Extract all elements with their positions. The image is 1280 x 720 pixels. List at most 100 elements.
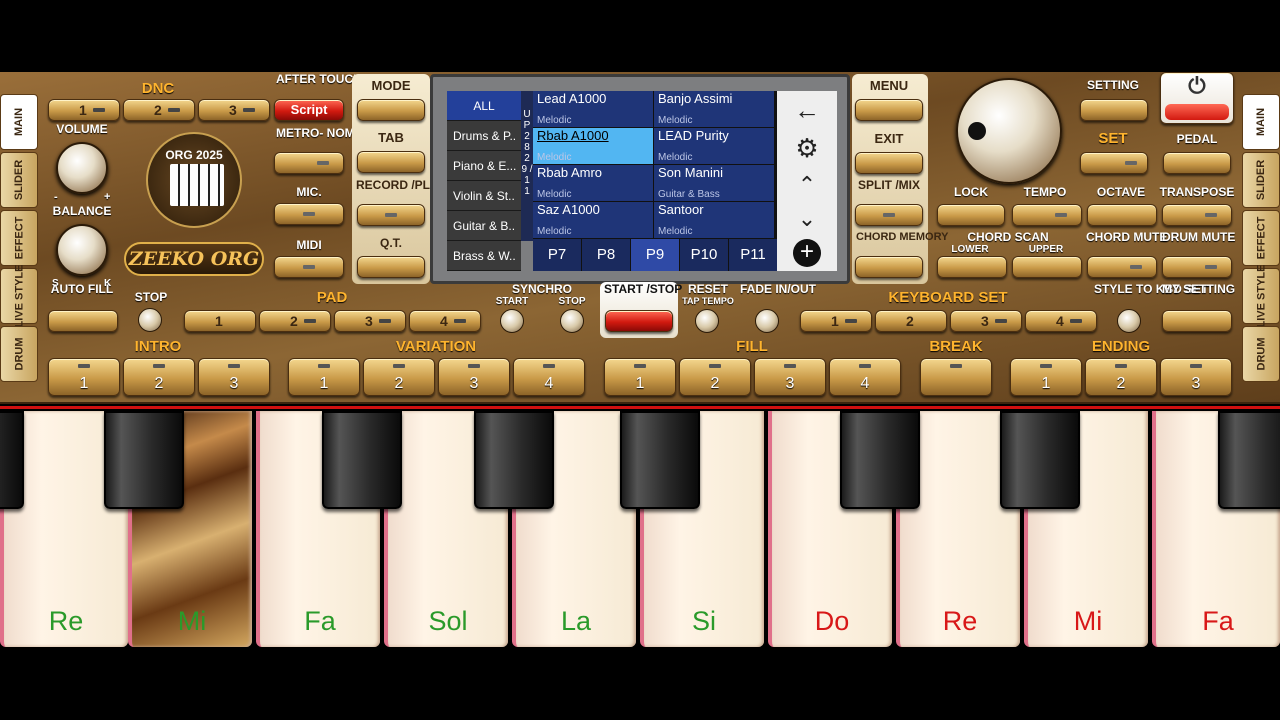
voice-item[interactable]: Banjo Assimi Melodic [654, 91, 774, 127]
my-setting-button[interactable] [1162, 310, 1232, 332]
fill-button-2[interactable]: 2 [679, 358, 751, 396]
tab-effect-right[interactable]: EFFECT [1242, 210, 1280, 266]
black-key[interactable] [1000, 411, 1080, 509]
voice-item[interactable]: Saz A1000 Melodic [533, 202, 653, 238]
tab-main-right[interactable]: MAIN [1242, 94, 1280, 150]
tab-live-style-right[interactable]: LIVE STYLE [1242, 265, 1280, 327]
black-key[interactable] [840, 411, 920, 509]
menu-button[interactable] [855, 99, 923, 121]
black-key[interactable] [474, 411, 554, 509]
fill-button-1[interactable]: 1 [604, 358, 676, 396]
drum-mute-button[interactable] [1162, 256, 1232, 278]
dnc-button-3[interactable]: 3 [198, 99, 270, 121]
keyboard-set-button-3[interactable]: 3 [950, 310, 1022, 332]
tab-slider-right[interactable]: SLIDER [1242, 152, 1280, 208]
tab-button[interactable] [357, 151, 425, 173]
auto-fill-button[interactable] [48, 310, 118, 332]
chevron-down-icon[interactable]: ⌄ [798, 206, 816, 232]
page-tab[interactable]: P7 [533, 239, 581, 271]
lock-button[interactable] [937, 204, 1005, 226]
black-key[interactable] [0, 411, 24, 509]
chord-scan-lower-button[interactable] [937, 256, 1007, 278]
tab-drum-right[interactable]: DRUM [1242, 326, 1280, 382]
tab-main[interactable]: MAIN [0, 94, 38, 150]
balance-knob[interactable] [56, 224, 108, 276]
exit-button[interactable] [855, 152, 923, 174]
voice-item[interactable]: Lead A1000 Melodic [533, 91, 653, 127]
intro-button-2[interactable]: 2 [123, 358, 195, 396]
tempo-button[interactable] [1012, 204, 1082, 226]
black-key[interactable] [322, 411, 402, 509]
ending-button-1[interactable]: 1 [1010, 358, 1082, 396]
variation-button-4[interactable]: 4 [513, 358, 585, 396]
category-item[interactable]: Violin & St.. [447, 181, 521, 211]
fill-button-4[interactable]: 4 [829, 358, 901, 396]
ending-button-2[interactable]: 2 [1085, 358, 1157, 396]
page-tab[interactable]: P11 [729, 239, 777, 271]
synchro-start-knob[interactable] [500, 309, 524, 333]
voice-item[interactable]: Son Manini Guitar & Bass [654, 165, 774, 201]
split-mix-button[interactable] [855, 204, 923, 226]
chord-mute-button[interactable] [1087, 256, 1157, 278]
metronome-button[interactable] [274, 152, 344, 174]
pad-stop-knob[interactable] [138, 308, 162, 332]
pad-button-2[interactable]: 2 [259, 310, 331, 332]
tab-live-style[interactable]: LIVE STYLE [0, 265, 38, 327]
black-key[interactable] [104, 411, 184, 509]
voice-item[interactable]: Santoor Melodic [654, 202, 774, 238]
back-arrow-icon[interactable]: ← [794, 95, 820, 126]
mic-button[interactable] [274, 203, 344, 225]
chord-memory-button[interactable] [855, 256, 923, 278]
variation-button-3[interactable]: 3 [438, 358, 510, 396]
chord-scan-upper-button[interactable] [1012, 256, 1082, 278]
pad-button-4[interactable]: 4 [409, 310, 481, 332]
add-circle-icon[interactable]: + [793, 239, 821, 268]
tab-drum[interactable]: DRUM [0, 326, 38, 382]
page-tab[interactable]: P10 [680, 239, 728, 271]
fill-button-3[interactable]: 3 [754, 358, 826, 396]
category-item[interactable]: Guitar & B.. [447, 211, 521, 241]
midi-button[interactable] [274, 256, 344, 278]
break-button[interactable] [920, 358, 992, 396]
qt-button[interactable] [357, 256, 425, 278]
synchro-stop-knob[interactable] [560, 309, 584, 333]
variation-button-1[interactable]: 1 [288, 358, 360, 396]
keyboard-set-button-1[interactable]: 1 [800, 310, 872, 332]
category-item[interactable]: Drums & P.. [447, 121, 521, 151]
pedal-button[interactable] [1163, 152, 1231, 174]
power-button[interactable]: ⏻ [1160, 72, 1234, 124]
voice-item[interactable]: Rbab A1000 Melodic [533, 128, 653, 164]
dnc-button-2[interactable]: 2 [123, 99, 195, 121]
dnc-button-1[interactable]: 1 [48, 99, 120, 121]
reset-tap-tempo-knob[interactable] [695, 309, 719, 333]
pad-button-3[interactable]: 3 [334, 310, 406, 332]
fade-in-out-knob[interactable] [755, 309, 779, 333]
page-tab[interactable]: P9 [631, 239, 679, 271]
category-item[interactable]: Piano & E... [447, 151, 521, 181]
variation-button-2[interactable]: 2 [363, 358, 435, 396]
ending-button-3[interactable]: 3 [1160, 358, 1232, 396]
volume-knob[interactable] [56, 142, 108, 194]
tempo-dial[interactable] [956, 78, 1062, 184]
tab-effect[interactable]: EFFECT [0, 210, 38, 266]
pad-button-1[interactable]: 1 [184, 310, 256, 332]
chevron-up-icon[interactable]: ⌃ [798, 172, 816, 198]
set-button[interactable] [1080, 152, 1148, 174]
keyboard-set-button-2[interactable]: 2 [875, 310, 947, 332]
setting-button[interactable] [1080, 99, 1148, 121]
keyboard-set-button-4[interactable]: 4 [1025, 310, 1097, 332]
category-item[interactable]: Brass & W.. [447, 241, 521, 271]
black-key[interactable] [620, 411, 700, 509]
transpose-button[interactable] [1162, 204, 1232, 226]
page-tab[interactable]: P8 [582, 239, 630, 271]
category-item[interactable]: ALL [447, 91, 521, 121]
mode-button[interactable] [357, 99, 425, 121]
style-to-kbd-set-knob[interactable] [1117, 309, 1141, 333]
gear-icon[interactable]: ⚙ [795, 133, 818, 164]
intro-button-1[interactable]: 1 [48, 358, 120, 396]
start-stop-button[interactable] [605, 310, 673, 332]
voice-item[interactable]: LEAD Purity Melodic [654, 128, 774, 164]
octave-button[interactable] [1087, 204, 1157, 226]
black-key[interactable] [1218, 411, 1280, 509]
after-touch-script-button[interactable]: Script [274, 99, 344, 121]
